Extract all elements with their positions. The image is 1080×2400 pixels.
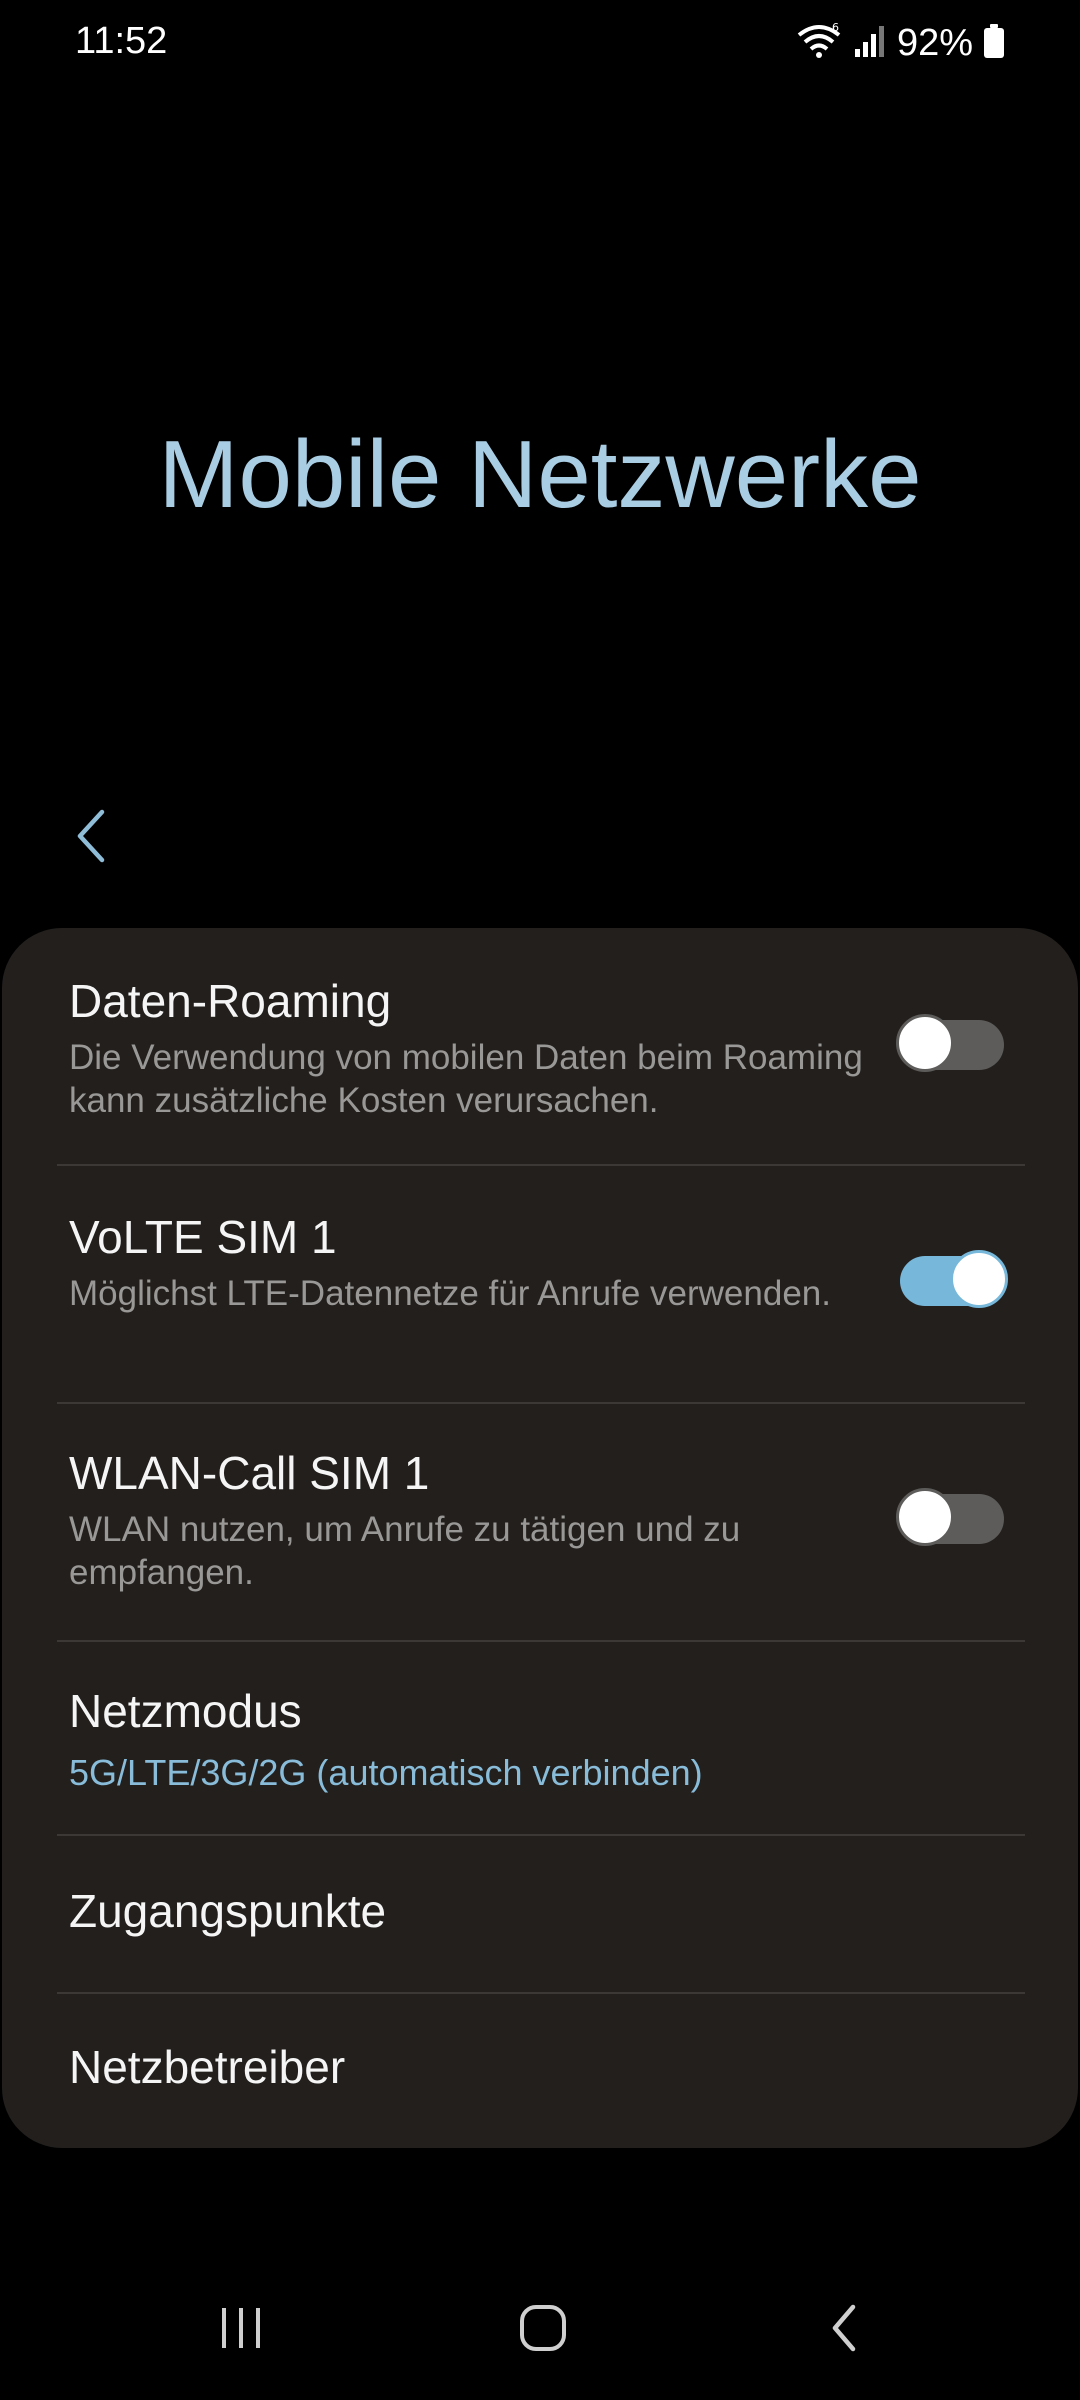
recent-apps-button[interactable] — [196, 2290, 286, 2370]
home-icon — [518, 2303, 568, 2358]
back-icon — [825, 2303, 865, 2358]
status-time: 11:52 — [75, 20, 168, 62]
setting-title: Netzbetreiber — [69, 2041, 346, 2093]
volte-toggle[interactable] — [900, 1250, 1008, 1308]
setting-description: Möglichst LTE-Datennetze für Anrufe verw… — [69, 1274, 831, 1313]
nav-back-button[interactable] — [800, 2290, 890, 2370]
data-roaming-toggle[interactable] — [896, 1014, 1004, 1072]
setting-access-points[interactable]: Zugangspunkte — [2, 1836, 1078, 1992]
back-button[interactable] — [60, 800, 120, 876]
svg-text:6: 6 — [832, 21, 839, 34]
page-title: Mobile Netzwerke — [158, 421, 922, 528]
setting-description: WLAN nutzen, um Anrufe zu tätigen und zu… — [69, 1510, 741, 1592]
wifi-icon: 6 — [795, 21, 843, 66]
setting-description: Die Verwendung von mobilen Daten beim Ro… — [69, 1038, 863, 1120]
setting-network-mode[interactable]: Netzmodus 5G/LTE/3G/2G (automatisch verb… — [2, 1642, 1078, 1834]
setting-wlan-call-sim1[interactable]: WLAN-Call SIM 1 WLAN nutzen, um Anrufe z… — [2, 1404, 1078, 1640]
setting-title: WLAN-Call SIM 1 — [69, 1447, 430, 1499]
status-icons: 6 92% — [795, 18, 1005, 68]
setting-title: Netzmodus — [69, 1685, 302, 1737]
battery-percent: 92% — [896, 21, 973, 64]
chevron-left-icon — [70, 806, 110, 871]
setting-value: 5G/LTE/3G/2G (automatisch verbinden) — [69, 1752, 703, 1793]
setting-title: VoLTE SIM 1 — [69, 1211, 337, 1263]
setting-volte-sim1[interactable]: VoLTE SIM 1 Möglichst LTE-Datennetze für… — [2, 1166, 1078, 1402]
settings-card: Daten-Roaming Die Verwendung von mobilen… — [2, 928, 1078, 2148]
home-button[interactable] — [498, 2290, 588, 2370]
setting-data-roaming[interactable]: Daten-Roaming Die Verwendung von mobilen… — [2, 928, 1078, 1164]
signal-icon — [853, 23, 887, 64]
setting-title: Zugangspunkte — [69, 1885, 387, 1937]
recent-apps-icon — [216, 2306, 266, 2355]
toggle-knob — [896, 1488, 954, 1546]
setting-title: Daten-Roaming — [69, 975, 392, 1027]
setting-network-operators[interactable]: Netzbetreiber — [2, 1994, 1078, 2148]
wlan-call-toggle[interactable] — [896, 1488, 1004, 1546]
navigation-bar — [0, 2270, 1080, 2390]
toggle-knob — [950, 1250, 1008, 1308]
status-bar: 11:52 6 92% — [0, 0, 1080, 90]
battery-icon — [983, 23, 1005, 64]
toggle-knob — [896, 1014, 954, 1072]
